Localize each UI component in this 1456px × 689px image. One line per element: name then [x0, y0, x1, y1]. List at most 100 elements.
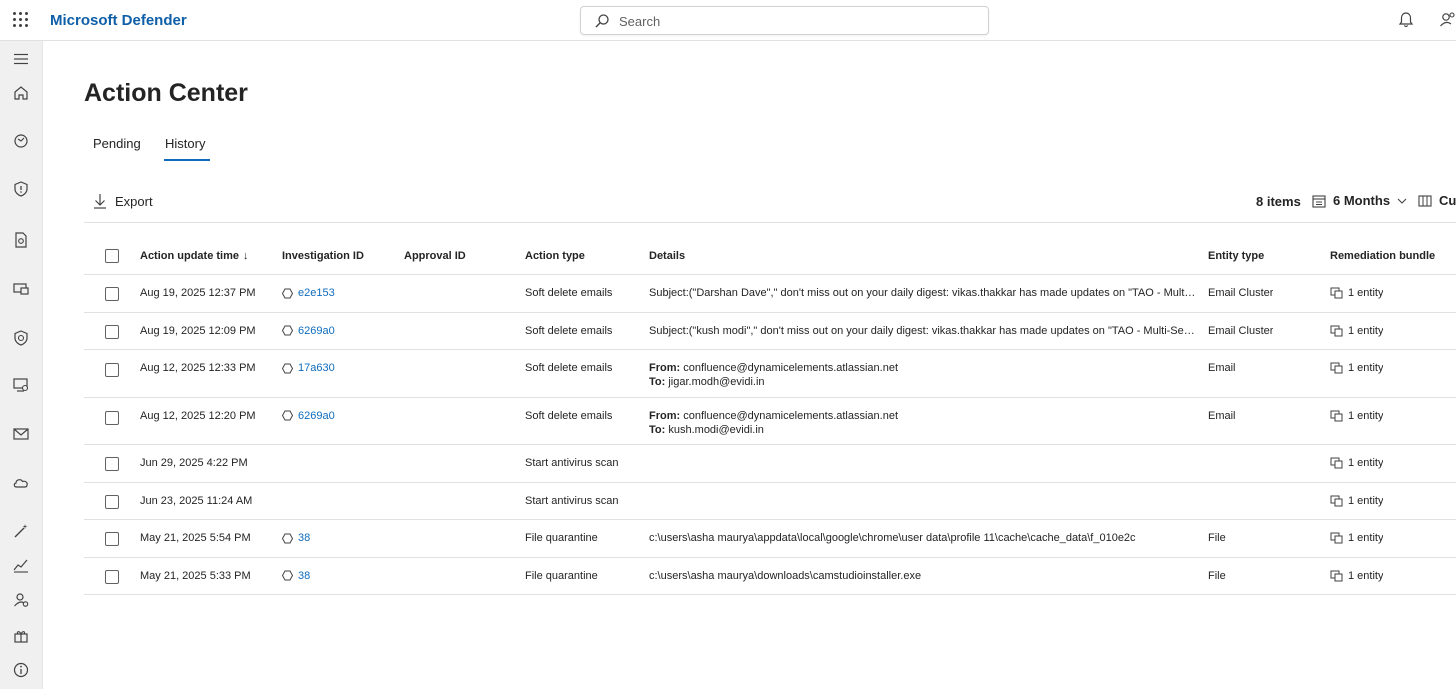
- table-row[interactable]: May 21, 2025 5:33 PM 38 File quarantine …: [84, 558, 1456, 595]
- page-title: Action Center: [84, 79, 248, 107]
- remediation-bundle[interactable]: 1 entity: [1330, 457, 1383, 472]
- investigation-link[interactable]: 6269a0: [282, 325, 335, 340]
- column-header-time[interactable]: Action update time ↓: [140, 250, 249, 262]
- row-checkbox[interactable]: [105, 532, 119, 546]
- search-box[interactable]: [580, 6, 989, 35]
- action-type: Start antivirus scan: [525, 457, 619, 469]
- gift-icon[interactable]: [12, 627, 30, 645]
- history-table: Action update time ↓ Investigation ID App…: [84, 237, 1456, 595]
- row-checkbox[interactable]: [105, 410, 119, 425]
- bundle-icon: [1330, 457, 1343, 469]
- action-details: c:\users\asha maurya\appdata\local\googl…: [649, 532, 1136, 544]
- row-checkbox[interactable]: [105, 569, 119, 584]
- menu-icon[interactable]: [12, 50, 30, 68]
- notifications-bell-icon[interactable]: [1398, 11, 1414, 34]
- remediation-bundle[interactable]: 1 entity: [1330, 410, 1383, 425]
- investigation-link[interactable]: 38: [282, 570, 310, 585]
- cloud-icon[interactable]: [12, 473, 30, 491]
- date-range-dropdown[interactable]: 6 Months: [1312, 193, 1407, 208]
- column-header-action-type[interactable]: Action type: [525, 250, 585, 262]
- tab-history[interactable]: History: [165, 136, 205, 151]
- entity-type: Email Cluster: [1208, 287, 1274, 299]
- investigation-icon: [282, 288, 293, 298]
- column-header-details[interactable]: Details: [649, 250, 1197, 262]
- reports-icon[interactable]: [12, 231, 30, 249]
- entity-type: Email: [1208, 409, 1236, 422]
- column-header-investigation[interactable]: Investigation ID: [282, 250, 364, 262]
- main-content: Action Center Pending History Export 8 i…: [44, 41, 1456, 689]
- action-details: c:\users\asha maurya\downloads\camstudio…: [649, 569, 922, 582]
- search-icon: [595, 14, 609, 28]
- assets-icon[interactable]: [12, 376, 30, 394]
- email-icon[interactable]: [12, 425, 30, 443]
- investigation-id: 38: [298, 532, 311, 544]
- entity-type: Email: [1208, 362, 1236, 374]
- columns-icon: [1418, 194, 1432, 207]
- endpoints-icon[interactable]: [12, 329, 30, 347]
- remediation-bundle[interactable]: 1 entity: [1330, 532, 1383, 547]
- customize-columns-button[interactable]: Cu: [1418, 193, 1456, 208]
- bundle-count: 1 entity: [1348, 409, 1384, 422]
- bundle-count: 1 entity: [1348, 569, 1384, 582]
- action-time: Jun 23, 2025 11:24 AM: [140, 494, 253, 507]
- row-checkbox[interactable]: [105, 494, 119, 509]
- action-type: Soft delete emails: [525, 324, 613, 337]
- to-label: To:: [649, 376, 666, 388]
- shield-icon[interactable]: [12, 180, 30, 198]
- devices-icon[interactable]: [12, 280, 30, 298]
- table-row[interactable]: Aug 19, 2025 12:37 PM e2e153 Soft delete…: [84, 275, 1456, 313]
- tab-pending[interactable]: Pending: [93, 136, 141, 151]
- table-header: Action update time ↓ Investigation ID App…: [84, 237, 1456, 275]
- entity-type: File: [1208, 532, 1226, 544]
- incidents-icon[interactable]: [12, 132, 30, 150]
- home-icon[interactable]: [12, 84, 30, 102]
- remediation-bundle[interactable]: 1 entity: [1330, 362, 1383, 377]
- info-icon[interactable]: [12, 661, 30, 679]
- select-all-checkbox[interactable]: [105, 249, 119, 263]
- table-row[interactable]: Jun 29, 2025 4:22 PM Start antivirus sca…: [84, 445, 1456, 483]
- investigation-link[interactable]: 17a630: [282, 362, 335, 377]
- app-launcher-icon[interactable]: [13, 12, 29, 28]
- email-from: From: confluence@dynamicelements.atlassi…: [649, 409, 1197, 423]
- search-input[interactable]: [619, 11, 979, 31]
- investigation-id: e2e153: [298, 287, 335, 299]
- remediation-bundle[interactable]: 1 entity: [1330, 570, 1383, 585]
- export-button[interactable]: Export: [93, 193, 153, 209]
- investigation-icon: [282, 325, 293, 336]
- wand-icon[interactable]: [12, 522, 30, 540]
- remediation-bundle[interactable]: 1 entity: [1330, 287, 1383, 302]
- investigation-link[interactable]: 38: [282, 532, 310, 547]
- table-row[interactable]: Aug 12, 2025 12:33 PM 17a630 Soft delete…: [84, 350, 1456, 398]
- investigation-id: 17a630: [298, 362, 335, 374]
- row-checkbox[interactable]: [105, 363, 119, 377]
- identities-icon[interactable]: [12, 591, 30, 609]
- bundle-icon: [1330, 362, 1343, 374]
- table-row[interactable]: Aug 19, 2025 12:09 PM 6269a0 Soft delete…: [84, 313, 1456, 350]
- action-time: Aug 19, 2025 12:09 PM: [140, 324, 256, 337]
- remediation-bundle[interactable]: 1 entity: [1330, 325, 1383, 340]
- from-address: confluence@dynamicelements.atlassian.net: [683, 409, 899, 422]
- row-checkbox[interactable]: [105, 457, 119, 471]
- toolbar: Export 8 items 6 Months Cu: [84, 189, 1456, 223]
- action-type: File quarantine: [525, 569, 598, 582]
- investigation-id: 6269a0: [298, 324, 335, 337]
- column-header-remediation-bundle[interactable]: Remediation bundle: [1330, 250, 1435, 262]
- bundle-icon: [1330, 325, 1343, 336]
- row-checkbox[interactable]: [105, 287, 119, 301]
- investigation-link[interactable]: e2e153: [282, 287, 335, 302]
- action-time: Aug 12, 2025 12:20 PM: [140, 409, 256, 422]
- brand-title[interactable]: Microsoft Defender: [50, 12, 187, 29]
- row-checkbox[interactable]: [105, 324, 119, 339]
- investigation-icon: [282, 410, 293, 421]
- community-icon[interactable]: [1439, 11, 1456, 34]
- column-header-approval[interactable]: Approval ID: [404, 250, 466, 262]
- table-row[interactable]: Aug 12, 2025 12:20 PM 6269a0 Soft delete…: [84, 398, 1456, 445]
- active-tab-indicator: [164, 159, 210, 161]
- analytics-icon[interactable]: [12, 556, 30, 574]
- table-row[interactable]: May 21, 2025 5:54 PM 38 File quarantine …: [84, 520, 1456, 558]
- column-header-entity-type[interactable]: Entity type: [1208, 250, 1264, 262]
- remediation-bundle[interactable]: 1 entity: [1330, 495, 1383, 510]
- items-count: 8 items: [1256, 194, 1301, 209]
- investigation-link[interactable]: 6269a0: [282, 410, 335, 425]
- table-row[interactable]: Jun 23, 2025 11:24 AM Start antivirus sc…: [84, 483, 1456, 520]
